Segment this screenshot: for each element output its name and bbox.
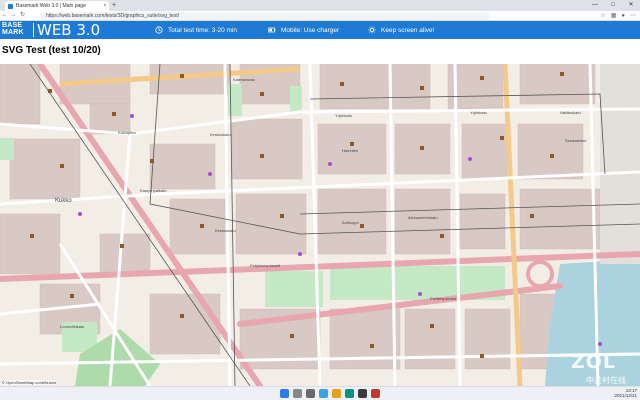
map-label-pohjoisesplanadi: Pohjoisesplanadi (250, 263, 280, 268)
map-attribution: © OpenStreetMap contributors (2, 380, 57, 385)
search-icon[interactable] (293, 389, 302, 398)
logo-divider (33, 23, 34, 37)
map-label-keskuskatu-2: Keskuskatu (215, 228, 236, 233)
edge-icon[interactable] (345, 389, 354, 398)
zol-watermark: ZOL (570, 351, 616, 373)
close-window-button[interactable]: ✕ (622, 0, 640, 11)
map-label-lonnrotinkatu: Lönnrotinkatu (60, 324, 84, 329)
start-icon[interactable] (280, 389, 289, 398)
store-icon[interactable] (358, 389, 367, 398)
forward-button[interactable]: → (9, 11, 18, 20)
clock-icon (155, 26, 163, 34)
map-canvas: Kalevankatu Yrjönkatu Yrjönkatu Hallitus… (0, 64, 640, 386)
tab-close-icon[interactable]: × (101, 3, 109, 9)
info-mobile: Mobile: Use charger (268, 21, 339, 39)
map-label-kalevankatu: Kalevankatu (233, 77, 255, 82)
product-name: WEB 3.0 (37, 21, 101, 39)
info-mobile-text: Mobile: Use charger (281, 26, 340, 34)
system-tray[interactable]: 13:17 2021/12/21 (614, 388, 637, 398)
star-icon[interactable]: ☆ (600, 11, 605, 21)
logo-line2: MARK (2, 29, 24, 36)
map-label-hamnten: Hamnten (342, 148, 358, 153)
new-tab-button[interactable]: + (112, 1, 116, 10)
map-label-yrjonkatu-2: Yrjönkatu (470, 110, 487, 115)
info-test-time: Total test time: 3-20 min (155, 21, 237, 39)
file-explorer-icon[interactable] (332, 389, 341, 398)
map-label-antikoppi: Antikoppi (342, 220, 359, 225)
info-time-text: Total test time: 3-20 min (168, 26, 237, 34)
svg-map: Kalevankatu Yrjönkatu Yrjönkatu Hallitus… (0, 64, 640, 386)
battery-icon (268, 27, 276, 33)
map-label-yrjonkatu: Yrjönkatu (335, 113, 352, 118)
browser-titlebar: Basemark Web 3.0 | Main page × + — □ ✕ (0, 0, 640, 11)
logo-line1: BASE (2, 22, 23, 29)
toolbar-icons: ☆ ▦ ● ⋯ (600, 11, 636, 21)
info-screen-text: Keep screen alive! (381, 26, 435, 34)
browser-toolbar: ← → ↻ https://web.basemark.com/tests/3D/… (0, 11, 640, 21)
favicon-icon (8, 3, 13, 9)
task-view-icon[interactable] (306, 389, 315, 398)
info-screen: Keep screen alive! (368, 21, 434, 39)
widgets-icon[interactable] (319, 389, 328, 398)
address-bar[interactable]: https://web.basemark.com/tests/3D/graphi… (40, 12, 490, 20)
screen: Basemark Web 3.0 | Main page × + — □ ✕ ←… (0, 0, 640, 400)
back-button[interactable]: ← (0, 11, 9, 20)
maximize-button[interactable]: □ (604, 0, 622, 11)
tab-title: Basemark Web 3.0 | Main page (16, 3, 86, 9)
reload-button[interactable]: ↻ (18, 11, 27, 20)
taskbar: 13:17 2021/12/21 (0, 386, 640, 400)
window-controls: — □ ✕ (586, 0, 640, 11)
taskbar-apps (280, 389, 380, 398)
zol-watermark-sub: 中关村在线 (586, 376, 626, 385)
map-label-etelaesplanadi: Eteläesplanadi (430, 296, 456, 301)
app-icon[interactable] (371, 389, 380, 398)
sun-icon (368, 26, 376, 34)
map-label-kaivopiha: Kaivopiha (118, 130, 136, 135)
collections-icon[interactable]: ▦ (611, 11, 617, 21)
browser-tab[interactable]: Basemark Web 3.0 | Main page × (5, 1, 109, 11)
menu-icon[interactable]: ⋯ (630, 11, 636, 21)
test-title: SVG Test (test 10/20) (0, 39, 640, 64)
map-label-kampinpalkatu: Kampinpalkatu (140, 188, 166, 193)
basemark-header: BASE MARK WEB 3.0 Total test time: 3-20 … (0, 21, 640, 39)
map-label-kukko: Kukko (55, 198, 72, 204)
map-label-keskuskatu: Keskuskatu (210, 132, 231, 137)
profile-icon[interactable]: ● (621, 11, 625, 21)
map-label-senaatintori: Senaatintori (565, 138, 586, 143)
map-label-hallituskatu: Hallituskatu (560, 110, 581, 115)
minimize-button[interactable]: — (586, 0, 604, 11)
map-label-aleksanterinkatu: Aleksanterinkatu (408, 215, 438, 220)
basemark-logo: BASE MARK (2, 22, 32, 38)
tray-date: 2021/12/21 (614, 393, 637, 398)
